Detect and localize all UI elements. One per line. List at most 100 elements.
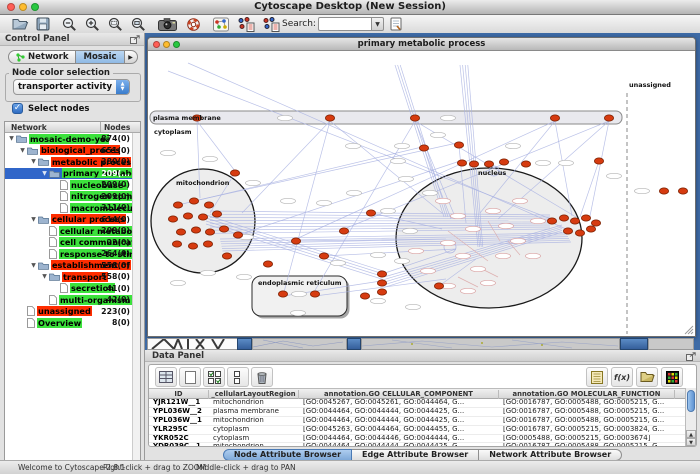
tree-row[interactable]: Overview8(0): [5, 317, 133, 329]
node[interactable]: [212, 211, 221, 217]
background-window-fragment[interactable]: [252, 338, 347, 350]
table-row[interactable]: YPL036W__2plasma membrane[GO:0044464, GO…: [149, 408, 686, 417]
node[interactable]: [547, 218, 556, 224]
tabs-overflow-arrow[interactable]: ▶: [125, 50, 138, 64]
import-attributes-icon[interactable]: [636, 367, 658, 387]
tab-mosaic[interactable]: Mosaic: [76, 50, 124, 64]
node[interactable]: [325, 115, 334, 121]
node[interactable]: [469, 161, 478, 167]
node[interactable]: [499, 159, 508, 165]
node[interactable]: [172, 241, 181, 247]
search-dropdown-button[interactable]: ▼: [371, 17, 384, 31]
tree-row[interactable]: response to stimul264(0): [5, 248, 133, 260]
resize-grip[interactable]: [691, 332, 693, 334]
node[interactable]: [191, 227, 200, 233]
node[interactable]: [457, 160, 466, 166]
table-row[interactable]: YPL036W__1mitochondrion[GO:0044464, GO:0…: [149, 417, 686, 426]
table-row[interactable]: YDR039C__1mitochondrion[GO:0044464, GO:0…: [149, 443, 686, 447]
node[interactable]: [659, 188, 668, 194]
node[interactable]: [591, 220, 600, 226]
tree-row[interactable]: unassigned223(0): [5, 306, 133, 318]
node[interactable]: [188, 243, 197, 249]
help-ring-icon[interactable]: [186, 16, 201, 32]
tree-row[interactable]: ▼establishment of lo558(0): [5, 260, 133, 272]
node[interactable]: [204, 202, 213, 208]
node[interactable]: [521, 161, 530, 167]
node[interactable]: [377, 271, 386, 277]
tree-row[interactable]: macromolecule311(0): [5, 202, 133, 214]
tree-row[interactable]: ▼primary metabo209(...: [5, 168, 133, 180]
column-header[interactable]: _cellularLayoutRegion: [209, 390, 299, 399]
node[interactable]: [339, 228, 348, 234]
node[interactable]: [419, 145, 428, 151]
node[interactable]: [550, 115, 559, 121]
node[interactable]: [319, 253, 328, 259]
heatmap-matrix-icon[interactable]: [661, 367, 683, 387]
search-input[interactable]: [318, 17, 372, 31]
node[interactable]: [484, 161, 493, 167]
close-button[interactable]: [7, 3, 15, 11]
expand-arrow-icon[interactable]: ▼: [40, 170, 49, 177]
background-window-fragment[interactable]: [361, 338, 620, 350]
apply-layout-2-icon[interactable]: [263, 16, 280, 32]
create-network-view-icon[interactable]: [213, 16, 229, 32]
background-window-fragment[interactable]: [347, 338, 361, 350]
network-canvas[interactable]: plasma membranecytoplasmmitochondrionnuc…: [148, 51, 695, 336]
select-attributes-icon[interactable]: [203, 367, 225, 387]
node-color-attribute-select[interactable]: transporter activity ▲▼: [13, 79, 130, 95]
expand-arrow-icon[interactable]: ▼: [29, 216, 38, 223]
node[interactable]: [366, 210, 375, 216]
tree-row[interactable]: multi-organism pro42(0): [5, 294, 133, 306]
formula-builder-icon[interactable]: f(x): [611, 367, 633, 387]
expand-arrow-icon[interactable]: ▼: [29, 158, 38, 165]
background-window-fragment[interactable]: [237, 338, 252, 350]
node[interactable]: [189, 198, 198, 204]
scroll-up-icon[interactable]: ▲: [686, 430, 696, 438]
node[interactable]: [678, 188, 687, 194]
column-header[interactable]: annotation.GO CELLULAR_COMPONENT: [299, 390, 499, 399]
node[interactable]: [291, 238, 300, 244]
tree-row[interactable]: cellular metabo209(0): [5, 225, 133, 237]
node[interactable]: [604, 115, 613, 121]
node[interactable]: [219, 226, 228, 232]
zoom-out-icon[interactable]: [62, 16, 77, 32]
tree-row[interactable]: ▼transport558(0): [5, 271, 133, 283]
background-window-fragment[interactable]: [620, 338, 648, 350]
node[interactable]: [278, 291, 287, 297]
node[interactable]: [360, 293, 369, 299]
export-snapshot-icon[interactable]: [158, 16, 177, 32]
tree-row[interactable]: ▼biological_process651(0): [5, 145, 133, 157]
node[interactable]: [586, 226, 595, 232]
table-row[interactable]: YKR052Ccytoplasm[GO:0044464, GO:0044446,…: [149, 435, 686, 444]
tab-network[interactable]: Network: [8, 50, 76, 64]
node[interactable]: [434, 283, 443, 289]
tree-row[interactable]: nucleobase-209(0): [5, 179, 133, 191]
frame-minimize-button[interactable]: [163, 41, 170, 48]
column-header[interactable]: ID: [149, 390, 209, 399]
node[interactable]: [594, 158, 603, 164]
expand-arrow-icon[interactable]: ▼: [29, 262, 38, 269]
zoom-selected-region-icon[interactable]: [108, 16, 123, 32]
table-scrollbar[interactable]: ▲ ▼: [685, 388, 696, 446]
frame-zoom-button[interactable]: [173, 41, 180, 48]
table-row[interactable]: YLR295Ccytoplasm[GO:0045263, GO:0044464,…: [149, 426, 686, 435]
node[interactable]: [173, 202, 182, 208]
tree-row[interactable]: ▼mosaic-demo-yeast874(0): [5, 133, 133, 145]
node[interactable]: [559, 215, 568, 221]
tree-row[interactable]: secretion41(0): [5, 283, 133, 295]
tree-row[interactable]: ▼cellular process614(0): [5, 214, 133, 226]
scrollbar-thumb[interactable]: [687, 390, 695, 412]
open-session-icon[interactable]: [12, 16, 29, 32]
network-window-titlebar[interactable]: primary metabolic process: [148, 38, 695, 51]
expand-arrow-icon[interactable]: ▼: [7, 135, 16, 142]
unselect-attributes-icon[interactable]: [227, 367, 249, 387]
node[interactable]: [222, 253, 231, 259]
node[interactable]: [203, 241, 212, 247]
frame-close-button[interactable]: [153, 41, 160, 48]
node[interactable]: [230, 170, 239, 176]
node[interactable]: [310, 291, 319, 297]
node[interactable]: [581, 215, 590, 221]
zoom-in-icon[interactable]: [85, 16, 100, 32]
select-nodes-checkbox[interactable]: ✓: [12, 103, 23, 114]
node[interactable]: [454, 142, 463, 148]
